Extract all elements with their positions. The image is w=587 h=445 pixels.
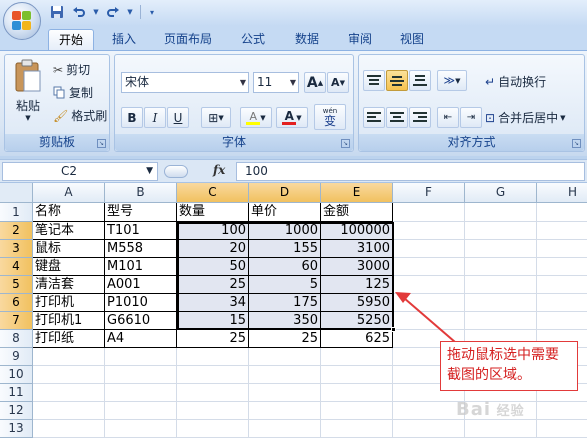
watermark-logo: Bai 经验 (456, 399, 525, 420)
annotation-arrow-line (403, 297, 456, 343)
office-logo-icon (12, 11, 32, 31)
office-button[interactable] (3, 2, 41, 40)
annotation-callout: 拖动鼠标选中需要截图的区域。 (440, 341, 578, 391)
